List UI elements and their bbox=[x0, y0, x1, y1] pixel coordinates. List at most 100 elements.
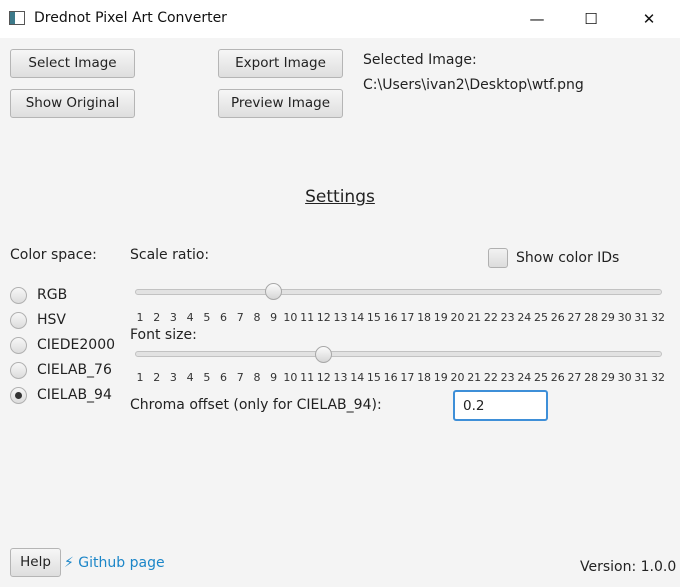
font-size-tick: 3 bbox=[169, 371, 177, 384]
scale-ratio-slider-track[interactable] bbox=[135, 289, 662, 295]
minimize-button[interactable]: — bbox=[514, 0, 560, 38]
show-color-ids-checkbox[interactable] bbox=[488, 248, 508, 268]
color-space-label: Color space: bbox=[10, 247, 97, 263]
scale-ratio-tick: 16 bbox=[383, 311, 398, 324]
scale-ratio-tick: 17 bbox=[400, 311, 415, 324]
settings-heading-text: Settings bbox=[305, 187, 375, 207]
selected-image-path: C:\Users\ivan2\Desktop\wtf.png bbox=[363, 77, 584, 93]
title-bar: Drednot Pixel Art Converter — ☐ ✕ bbox=[0, 0, 680, 38]
font-size-slider-thumb[interactable] bbox=[315, 346, 333, 363]
scale-ratio-tick: 3 bbox=[169, 311, 177, 324]
scale-ratio-tick: 5 bbox=[203, 311, 211, 324]
font-size-tick: 28 bbox=[584, 371, 599, 384]
scale-ratio-tick: 10 bbox=[283, 311, 298, 324]
font-size-label: Font size: bbox=[130, 327, 197, 343]
font-size-slider-track[interactable] bbox=[135, 351, 662, 357]
show-color-ids-label: Show color IDs bbox=[516, 250, 620, 266]
font-size-tick: 7 bbox=[236, 371, 244, 384]
scale-ratio-tick: 19 bbox=[433, 311, 448, 324]
github-link[interactable]: ⚡ Github page bbox=[64, 555, 165, 571]
app-icon bbox=[9, 11, 25, 25]
scale-ratio-tick: 32 bbox=[651, 311, 665, 324]
font-size-tick: 22 bbox=[483, 371, 498, 384]
font-size-tick: 18 bbox=[417, 371, 432, 384]
scale-ratio-tick: 12 bbox=[316, 311, 331, 324]
lightning-icon: ⚡ bbox=[64, 555, 74, 571]
font-size-tick: 2 bbox=[153, 371, 161, 384]
font-size-tick: 31 bbox=[634, 371, 649, 384]
close-button[interactable]: ✕ bbox=[626, 0, 672, 38]
font-size-tick: 20 bbox=[450, 371, 465, 384]
maximize-button[interactable]: ☐ bbox=[568, 0, 614, 38]
scale-ratio-tick: 8 bbox=[253, 311, 261, 324]
preview-image-button[interactable]: Preview Image bbox=[218, 89, 343, 118]
version-label: Version: 1.0.0 bbox=[580, 559, 677, 575]
scale-ratio-tick: 27 bbox=[567, 311, 582, 324]
font-size-tick: 12 bbox=[316, 371, 331, 384]
radio-button-selected-icon[interactable] bbox=[10, 387, 27, 404]
scale-ratio-slider-thumb[interactable] bbox=[265, 283, 283, 300]
chroma-offset-input[interactable]: 0.2 bbox=[453, 390, 548, 421]
radio-button-icon[interactable] bbox=[10, 287, 27, 304]
scale-ratio-tick: 24 bbox=[517, 311, 532, 324]
show-original-button[interactable]: Show Original bbox=[10, 89, 135, 118]
font-size-tick: 9 bbox=[270, 371, 278, 384]
font-size-tick: 1 bbox=[136, 371, 144, 384]
font-size-tick: 4 bbox=[186, 371, 194, 384]
font-size-tick: 23 bbox=[500, 371, 515, 384]
help-button[interactable]: Help bbox=[10, 548, 61, 577]
font-size-tick: 25 bbox=[534, 371, 549, 384]
scale-ratio-tick: 6 bbox=[220, 311, 228, 324]
font-size-tick: 16 bbox=[383, 371, 398, 384]
scale-ratio-tick: 29 bbox=[600, 311, 615, 324]
font-size-tick: 15 bbox=[366, 371, 381, 384]
font-size-tick: 24 bbox=[517, 371, 532, 384]
scale-ratio-tick: 30 bbox=[617, 311, 632, 324]
scale-ratio-tick: 9 bbox=[270, 311, 278, 324]
scale-ratio-tick: 15 bbox=[366, 311, 381, 324]
font-size-tick: 17 bbox=[400, 371, 415, 384]
scale-ratio-tick: 25 bbox=[534, 311, 549, 324]
chroma-offset-label: Chroma offset (only for CIELAB_94): bbox=[130, 397, 382, 413]
scale-ratio-tick: 14 bbox=[350, 311, 365, 324]
font-size-tick: 30 bbox=[617, 371, 632, 384]
scale-ratio-tick: 2 bbox=[153, 311, 161, 324]
scale-ratio-tick: 11 bbox=[300, 311, 315, 324]
font-size-tick: 27 bbox=[567, 371, 582, 384]
font-size-tick: 32 bbox=[651, 371, 665, 384]
github-link-text[interactable]: Github page bbox=[78, 555, 164, 571]
scale-ratio-tick: 26 bbox=[550, 311, 565, 324]
scale-ratio-tick: 31 bbox=[634, 311, 649, 324]
radio-label: HSV bbox=[37, 312, 66, 328]
font-size-tick: 19 bbox=[433, 371, 448, 384]
selected-image-label: Selected Image: bbox=[363, 52, 477, 68]
radio-label: CIELAB_94 bbox=[37, 387, 112, 403]
scale-ratio-tick: 20 bbox=[450, 311, 465, 324]
font-size-tick: 29 bbox=[600, 371, 615, 384]
font-size-tick: 5 bbox=[203, 371, 211, 384]
select-image-button[interactable]: Select Image bbox=[10, 49, 135, 78]
font-size-tick: 26 bbox=[550, 371, 565, 384]
font-size-tick: 21 bbox=[467, 371, 482, 384]
settings-heading: Settings bbox=[0, 187, 680, 207]
scale-ratio-label: Scale ratio: bbox=[130, 247, 210, 263]
scale-ratio-tick: 23 bbox=[500, 311, 515, 324]
font-size-tick: 14 bbox=[350, 371, 365, 384]
scale-ratio-tick: 21 bbox=[467, 311, 482, 324]
scale-ratio-tick: 18 bbox=[417, 311, 432, 324]
radio-label: CIELAB_76 bbox=[37, 362, 112, 378]
scale-ratio-tick: 4 bbox=[186, 311, 194, 324]
scale-ratio-tick: 28 bbox=[584, 311, 599, 324]
radio-button-icon[interactable] bbox=[10, 362, 27, 379]
radio-button-icon[interactable] bbox=[10, 337, 27, 354]
font-size-tick: 8 bbox=[253, 371, 261, 384]
radio-button-icon[interactable] bbox=[10, 312, 27, 329]
scale-ratio-tick: 1 bbox=[136, 311, 144, 324]
scale-ratio-tick: 7 bbox=[236, 311, 244, 324]
scale-ratio-tick: 22 bbox=[483, 311, 498, 324]
font-size-tick: 11 bbox=[300, 371, 315, 384]
radio-label: RGB bbox=[37, 287, 68, 303]
window-title: Drednot Pixel Art Converter bbox=[34, 10, 227, 26]
font-size-tick: 13 bbox=[333, 371, 348, 384]
export-image-button[interactable]: Export Image bbox=[218, 49, 343, 78]
